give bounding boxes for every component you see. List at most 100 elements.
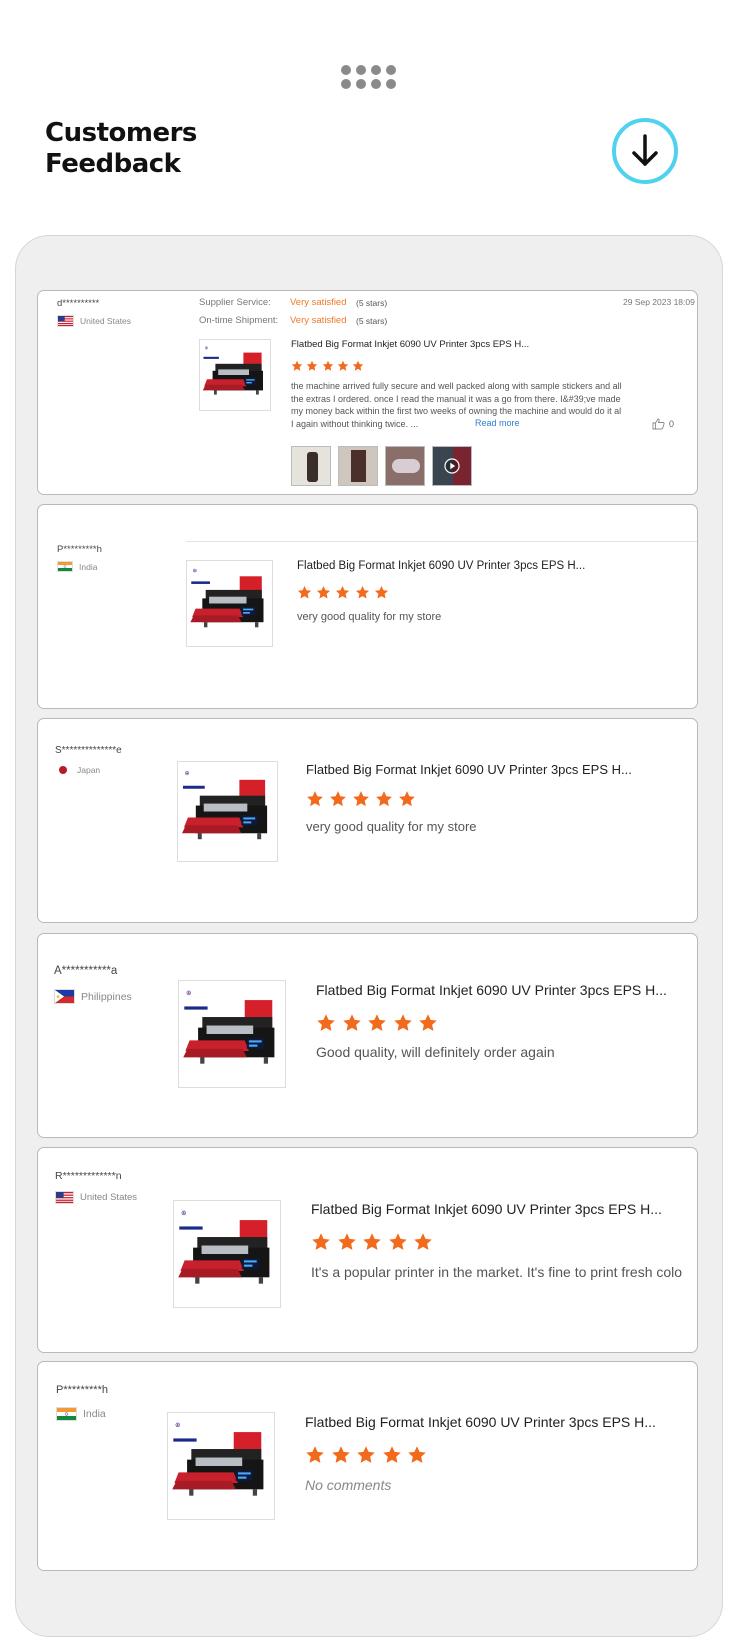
like-count: 0: [669, 419, 675, 429]
flag-india-icon: [56, 1407, 77, 1421]
review-card: R*************n United States Flatbed Bi…: [37, 1147, 698, 1353]
star-icon: [330, 791, 346, 807]
printer-image: [178, 762, 277, 861]
star-icon: [363, 1233, 381, 1250]
review-comment: very good quality for my store: [306, 819, 477, 834]
star-icon: [419, 1014, 438, 1031]
product-thumbnail[interactable]: [186, 560, 273, 647]
star-icon: [376, 791, 392, 807]
star-icon: [307, 791, 323, 807]
star-icon: [357, 1446, 375, 1463]
product-title[interactable]: Flatbed Big Format Inkjet 6090 UV Printe…: [297, 560, 585, 572]
review-photo[interactable]: [338, 446, 378, 486]
like-button[interactable]: 0: [652, 418, 674, 430]
reviewer-country: United States: [57, 315, 131, 327]
star-icon: [353, 360, 364, 371]
reviewer-name: R*************n: [55, 1170, 122, 1182]
star-icon: [342, 1014, 361, 1031]
star-icon: [394, 1014, 412, 1031]
star-icon: [337, 360, 349, 371]
shipment-value: Very satisfied: [290, 315, 347, 326]
flag-india-icon: [57, 561, 73, 572]
divider: [186, 541, 697, 542]
reviewer-name: P*********h: [56, 1384, 108, 1396]
star-rating: [291, 360, 368, 372]
section-title: Customers Feedback: [45, 118, 197, 179]
product-thumbnail[interactable]: [199, 339, 271, 411]
review-video[interactable]: [432, 446, 472, 486]
star-rating: [297, 585, 393, 600]
shipment-label: On-time Shipment:: [199, 315, 279, 326]
supplier-service-value: Very satisfied: [290, 297, 347, 308]
star-icon: [389, 1233, 407, 1250]
star-rating: [316, 1013, 444, 1033]
flag-philippines-icon: [54, 989, 75, 1004]
review-date: 29 Sep 2023 18:09: [623, 297, 695, 307]
product-thumbnail[interactable]: [173, 1200, 281, 1308]
review-card: S**************e Japan Flatbed Big Forma…: [37, 718, 698, 923]
product-title[interactable]: Flatbed Big Format Inkjet 6090 UV Printe…: [306, 762, 632, 777]
supplier-service-count: (5 stars): [356, 298, 388, 308]
product-title[interactable]: Flatbed Big Format Inkjet 6090 UV Printe…: [311, 1201, 662, 1217]
reviewer-country: India: [57, 561, 97, 572]
review-card: P*********h India Flatbed Big Format Ink…: [37, 504, 698, 709]
star-icon: [312, 1233, 330, 1250]
grid-dots-icon: [341, 65, 397, 89]
star-icon: [368, 1014, 386, 1031]
download-button[interactable]: [612, 118, 678, 184]
star-icon: [399, 791, 415, 807]
reviewer-country: United States: [55, 1191, 137, 1204]
star-icon: [331, 1446, 350, 1463]
review-card: d********** United States Supplier Servi…: [37, 290, 698, 495]
star-icon: [336, 585, 350, 599]
printer-image: [168, 1413, 274, 1519]
star-rating: [311, 1232, 439, 1252]
star-rating: [305, 1445, 433, 1465]
product-thumbnail[interactable]: [178, 980, 286, 1088]
printer-image: [200, 340, 270, 410]
download-arrow-icon: [632, 134, 658, 166]
star-icon: [306, 1446, 324, 1463]
star-icon: [414, 1233, 433, 1250]
review-comment: Good quality, will definitely order agai…: [316, 1044, 555, 1060]
star-icon: [408, 1446, 427, 1463]
reviewer-name: P*********h: [57, 544, 102, 555]
star-icon: [297, 585, 312, 599]
star-icon: [317, 1014, 335, 1031]
product-title[interactable]: Flatbed Big Format Inkjet 6090 UV Printe…: [305, 1414, 656, 1430]
review-photo[interactable]: [385, 446, 425, 486]
star-icon: [291, 360, 303, 371]
flag-us-icon: [55, 1191, 74, 1204]
printer-image: [174, 1201, 280, 1307]
reviewer-country: India: [56, 1407, 106, 1421]
flag-us-icon: [57, 315, 74, 327]
star-icon: [353, 791, 369, 807]
play-icon: [444, 458, 460, 474]
star-icon: [307, 360, 318, 371]
supplier-service-label: Supplier Service:: [199, 297, 271, 308]
review-comment: No comments: [305, 1477, 392, 1493]
star-icon: [337, 1233, 356, 1250]
star-icon: [322, 360, 333, 371]
reviewer-country: Japan: [59, 765, 100, 775]
product-title[interactable]: Flatbed Big Format Inkjet 6090 UV Printe…: [291, 339, 529, 350]
product-thumbnail[interactable]: [177, 761, 278, 862]
product-title[interactable]: Flatbed Big Format Inkjet 6090 UV Printe…: [316, 982, 667, 998]
review-comment: the machine arrived fully secure and wel…: [291, 381, 622, 429]
thumbs-up-icon: [652, 418, 665, 430]
flag-japan-icon: [59, 766, 67, 774]
printer-image: [187, 561, 272, 646]
review-comment: very good quality for my store: [297, 611, 442, 623]
star-icon: [374, 585, 388, 599]
shipment-count: (5 stars): [356, 316, 388, 326]
reviewer-country: Philippines: [54, 989, 132, 1004]
review-comment: It's a popular printer in the market. It…: [311, 1264, 683, 1280]
reviewer-name: A***********a: [54, 965, 118, 977]
star-icon: [355, 585, 369, 599]
reviewer-name: d**********: [57, 298, 100, 309]
review-photo[interactable]: [291, 446, 331, 486]
read-more-link[interactable]: Read more: [475, 418, 520, 428]
product-thumbnail[interactable]: [167, 1412, 275, 1520]
review-card: P*********h India Flatbed Big Format Ink…: [37, 1361, 698, 1571]
star-rating: [306, 790, 421, 808]
